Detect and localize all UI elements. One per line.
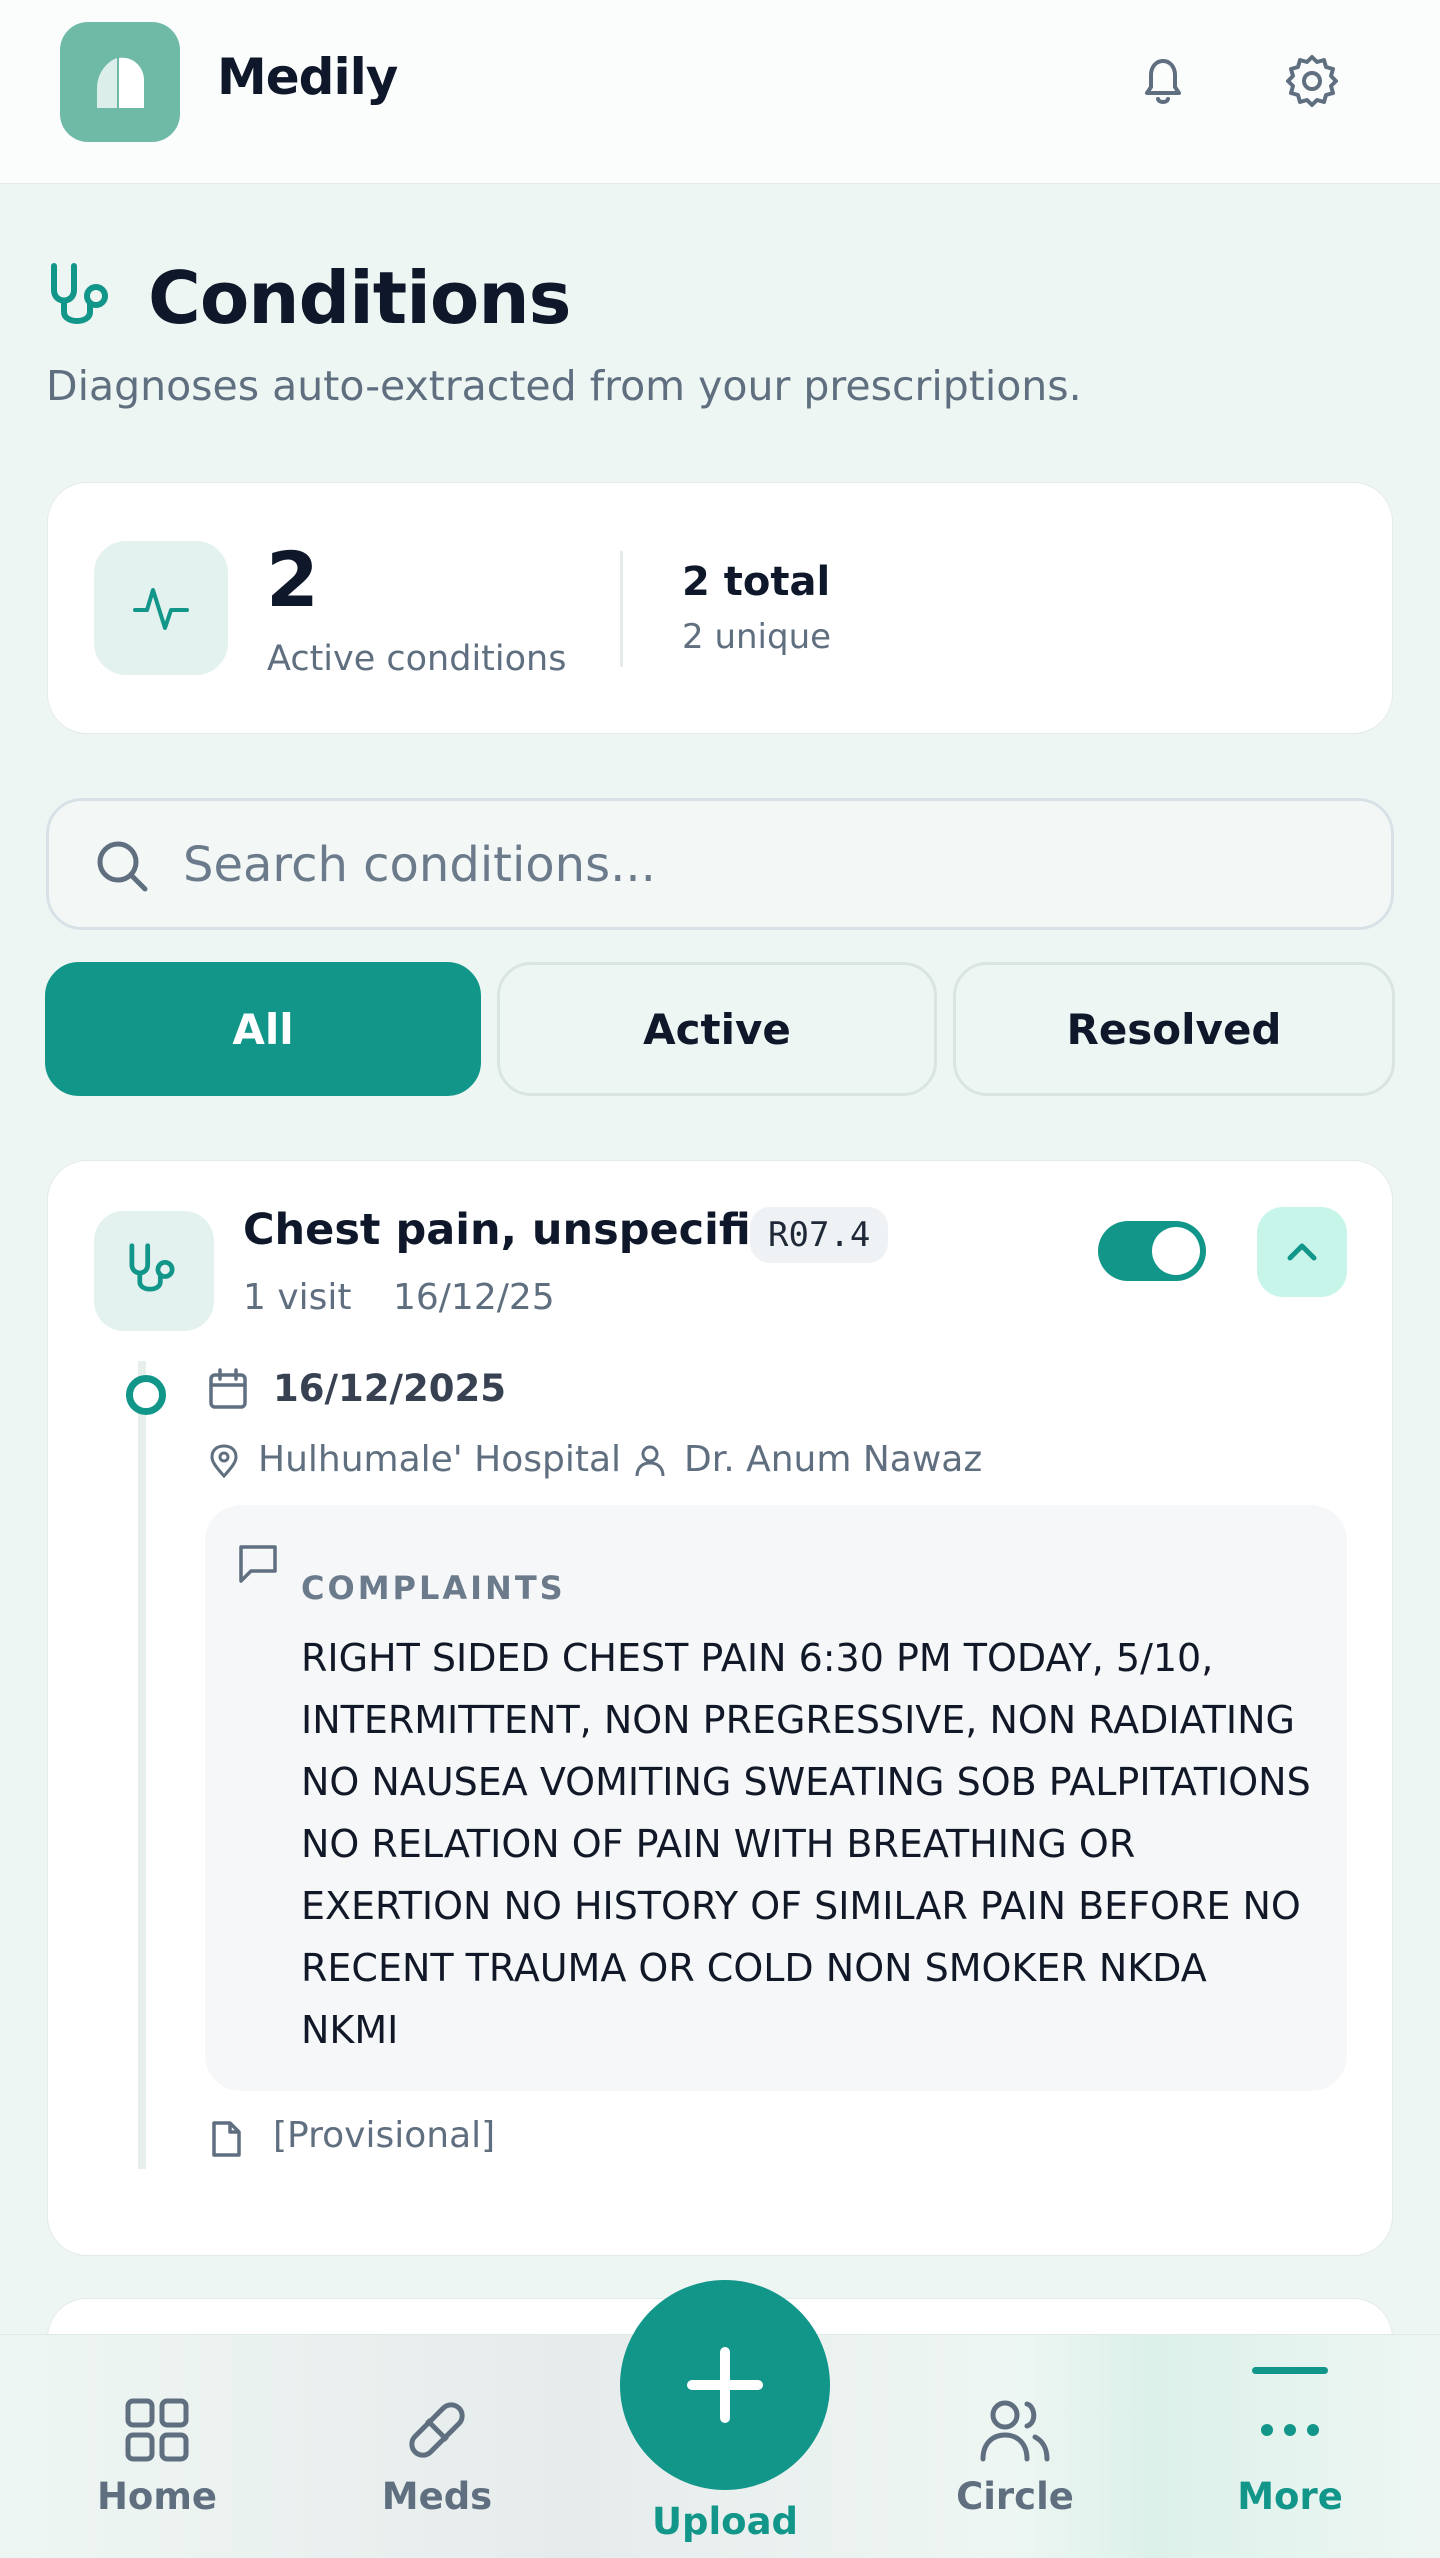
nav-active-indicator (1252, 2367, 1328, 2374)
filter-resolved-button[interactable]: Resolved (953, 962, 1395, 1096)
document-icon (212, 2121, 241, 2157)
collapse-button[interactable] (1257, 1207, 1347, 1297)
chevron-up-icon (1287, 1243, 1317, 1261)
toggle-knob (1152, 1227, 1200, 1275)
nav-home[interactable]: Home (57, 2395, 257, 2545)
search-bar[interactable] (46, 798, 1394, 930)
timeline-line (138, 1361, 146, 2169)
nav-meds[interactable]: Meds (337, 2395, 537, 2545)
visit-count: 1 visit (243, 1277, 352, 1318)
settings-button[interactable] (1276, 45, 1348, 117)
nav-meds-label: Meds (381, 2475, 493, 2518)
condition-name[interactable]: Chest pain, unspecified (243, 1205, 811, 1255)
total-count: 2 total (682, 559, 831, 605)
search-input[interactable] (183, 819, 1363, 911)
unique-count: 2 unique (682, 617, 832, 657)
upload-button[interactable] (620, 2280, 830, 2490)
filter-all-button[interactable]: All (45, 962, 481, 1096)
plus-icon (687, 2347, 763, 2423)
gear-icon (1286, 55, 1338, 107)
page-subtitle: Diagnoses auto-extracted from your presc… (46, 362, 1082, 410)
timeline-dot (126, 1375, 166, 1415)
icd-code-badge: R07.4 (750, 1207, 889, 1263)
logo-icon (97, 57, 144, 108)
condition-card: Chest pain, unspecified R07.4 1 visit 16… (47, 1160, 1393, 2256)
search-icon (97, 841, 148, 892)
notifications-button[interactable] (1127, 45, 1199, 117)
diagnosis-note: [Provisional] (273, 2115, 496, 2156)
bell-icon (1145, 59, 1181, 104)
message-icon (239, 1545, 277, 1583)
grid-icon (125, 2398, 189, 2462)
complaints-text: RIGHT SIDED CHEST PAIN 6:30 PM TODAY, 5/… (301, 1636, 1311, 2052)
users-icon (980, 2400, 1050, 2462)
visit-date: 16/12/2025 (273, 1367, 506, 1410)
active-count: 2 (266, 535, 319, 624)
app-logo[interactable] (60, 22, 180, 142)
visit-doctor: Dr. Anum Nawaz (684, 1439, 983, 1480)
complaints-label: COMPLAINTS (301, 1569, 566, 1607)
last-visit-date: 16/12/25 (392, 1277, 555, 1318)
active-toggle[interactable] (1098, 1221, 1206, 1281)
nav-circle[interactable]: Circle (915, 2395, 1115, 2545)
stats-card: 2 Active conditions 2 total 2 unique (47, 482, 1393, 734)
nav-home-label: Home (96, 2475, 218, 2518)
top-bar: Medily (0, 0, 1440, 184)
calendar-icon (209, 1368, 247, 1409)
user-icon (635, 1445, 665, 1477)
visit-location: Hulhumale' Hospital (258, 1439, 622, 1480)
complaints-box: COMPLAINTS RIGHT SIDED CHEST PAIN 6:30 P… (205, 1505, 1347, 2091)
app-name: Medily (217, 48, 398, 106)
stats-icon-container (94, 541, 228, 675)
pill-icon (409, 2402, 465, 2458)
activity-icon (133, 588, 189, 630)
filter-active-button[interactable]: Active (497, 962, 937, 1096)
stethoscope-icon (51, 263, 108, 324)
stats-divider (620, 551, 623, 667)
active-count-label: Active conditions (267, 639, 567, 679)
condition-meta: 1 visit 16/12/25 (243, 1277, 585, 1318)
nav-circle-label: Circle (956, 2475, 1074, 2518)
upload-label: Upload (651, 2500, 799, 2543)
nav-more-label: More (1237, 2475, 1343, 2518)
stethoscope-icon (129, 1243, 175, 1292)
nav-more[interactable]: More (1190, 2395, 1390, 2545)
location-pin-icon (210, 1444, 238, 1479)
more-icon (1261, 2424, 1319, 2436)
page-title: Conditions (148, 256, 571, 340)
condition-icon-container (94, 1211, 214, 1331)
